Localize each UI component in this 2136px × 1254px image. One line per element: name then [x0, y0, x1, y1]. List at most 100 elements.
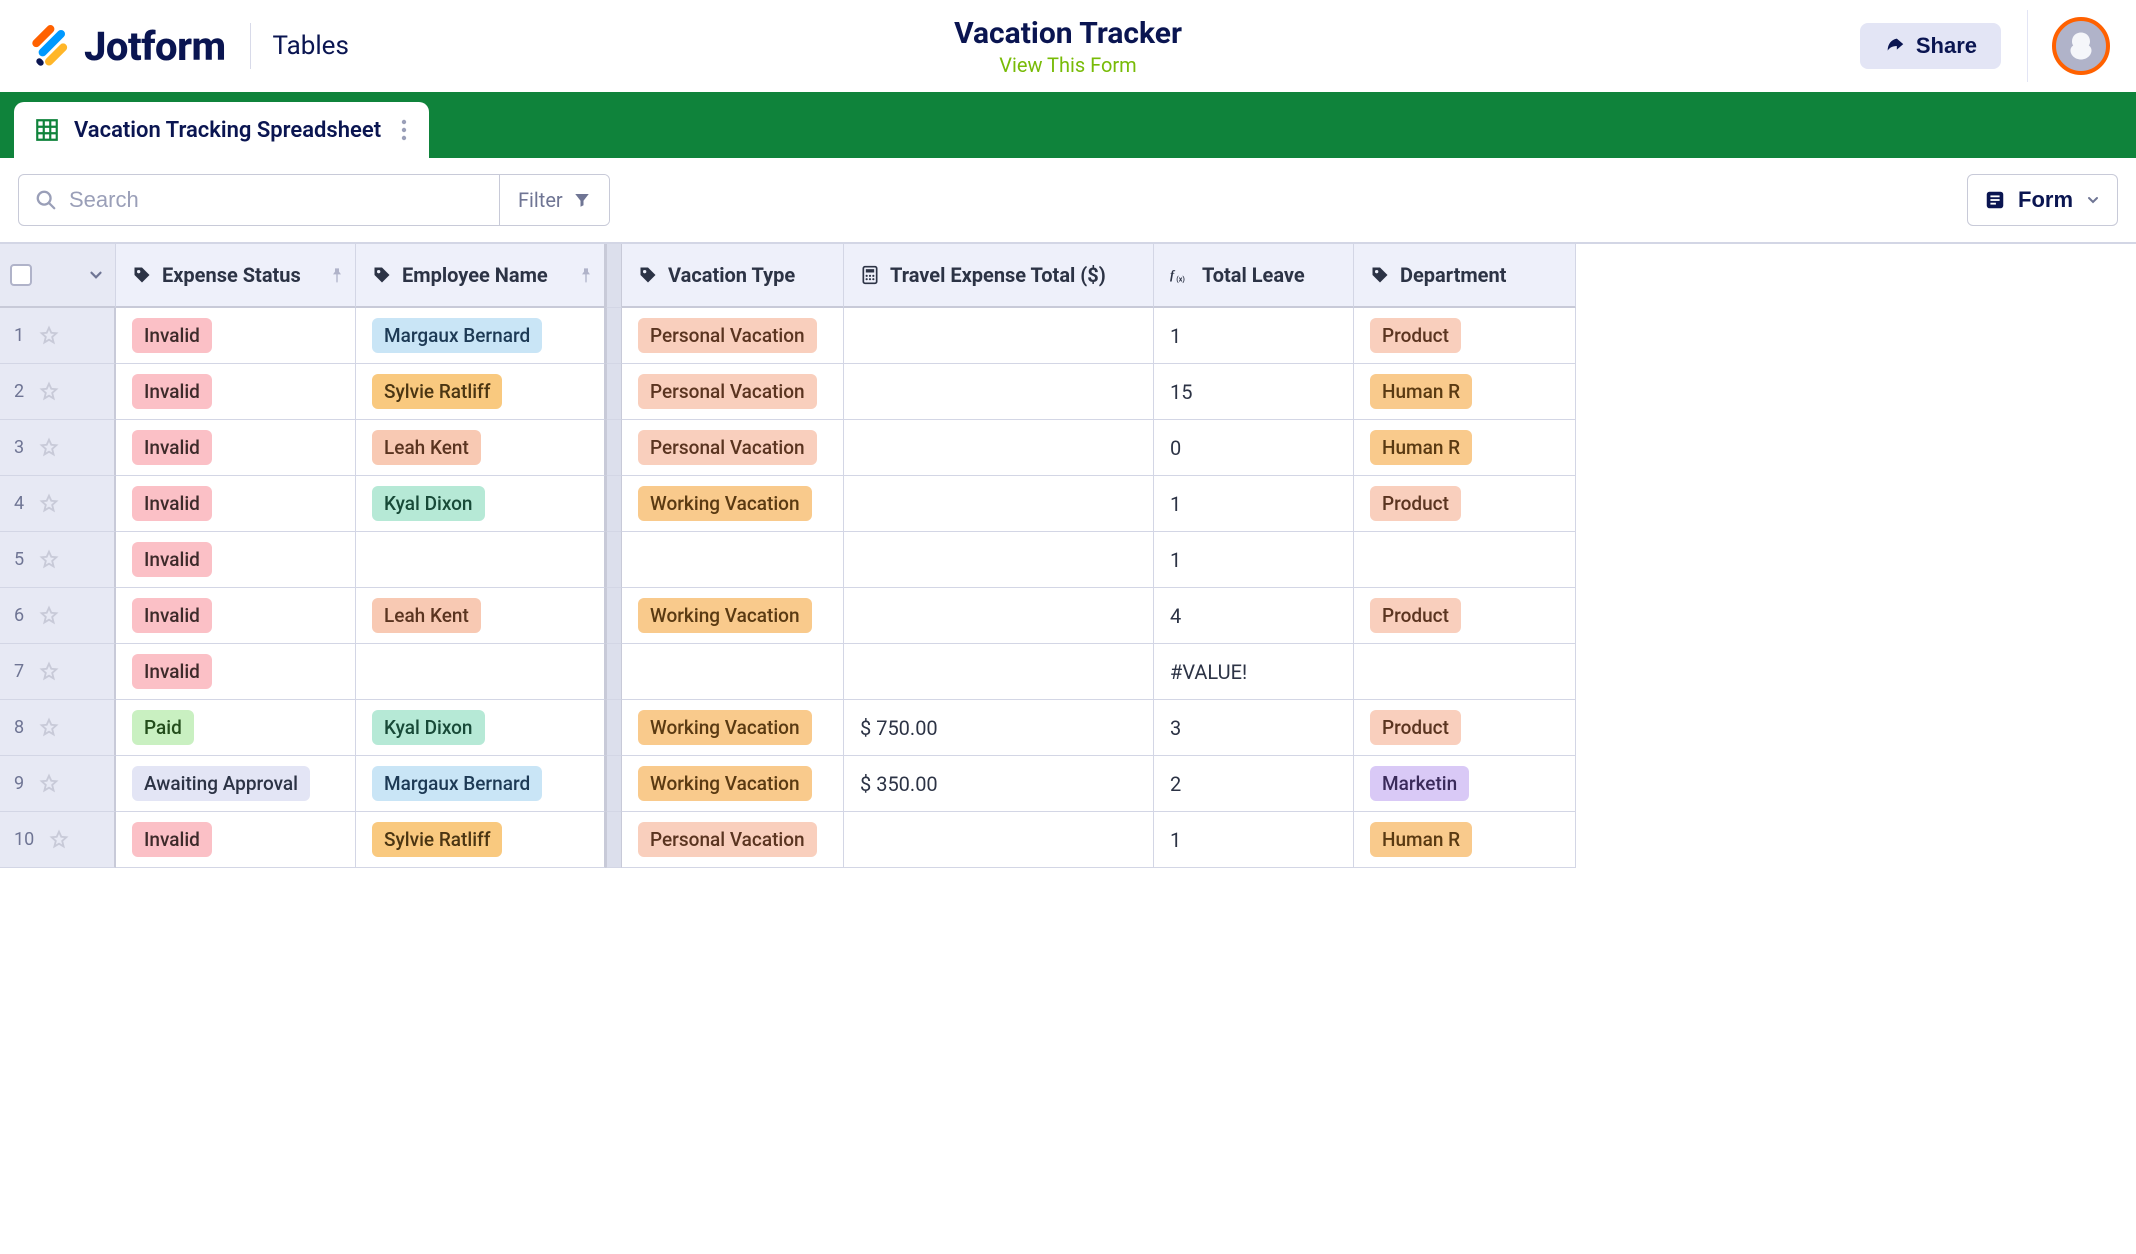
cell-expense-status[interactable]: Invalid [116, 420, 356, 476]
star-icon[interactable] [38, 493, 60, 515]
cell-department[interactable]: Product [1354, 588, 1576, 644]
frozen-column-gutter[interactable] [606, 308, 622, 364]
cell-total-leave[interactable]: 0 [1154, 420, 1354, 476]
cell-travel-expense[interactable] [844, 812, 1154, 868]
cell-vacation-type[interactable]: Working Vacation [622, 588, 844, 644]
pin-icon[interactable] [329, 267, 345, 283]
cell-total-leave[interactable]: 1 [1154, 308, 1354, 364]
cell-expense-status[interactable]: Awaiting Approval [116, 756, 356, 812]
cell-total-leave[interactable]: 1 [1154, 812, 1354, 868]
cell-travel-expense[interactable]: $ 750.00 [844, 700, 1154, 756]
cell-vacation-type[interactable]: Working Vacation [622, 756, 844, 812]
cell-vacation-type[interactable] [622, 532, 844, 588]
cell-total-leave[interactable]: 1 [1154, 532, 1354, 588]
row-index-cell[interactable]: 2 [0, 364, 116, 420]
star-icon[interactable] [38, 381, 60, 403]
cell-expense-status[interactable]: Paid [116, 700, 356, 756]
frozen-column-gutter[interactable] [606, 644, 622, 700]
cell-department[interactable]: Human R [1354, 420, 1576, 476]
pin-icon[interactable] [578, 267, 594, 283]
filter-button[interactable]: Filter [499, 175, 609, 225]
cell-department[interactable]: Product [1354, 476, 1576, 532]
chevron-down-icon[interactable] [87, 266, 105, 284]
cell-employee-name[interactable]: Margaux Bernard [356, 308, 606, 364]
star-icon[interactable] [38, 549, 60, 571]
cell-employee-name[interactable]: Sylvie Ratliff [356, 812, 606, 868]
cell-vacation-type[interactable]: Working Vacation [622, 476, 844, 532]
tab-vacation-spreadsheet[interactable]: Vacation Tracking Spreadsheet [14, 102, 429, 158]
cell-travel-expense[interactable] [844, 588, 1154, 644]
cell-department[interactable] [1354, 644, 1576, 700]
cell-travel-expense[interactable]: $ 350.00 [844, 756, 1154, 812]
star-icon[interactable] [38, 325, 60, 347]
row-index-cell[interactable]: 1 [0, 308, 116, 364]
search-input[interactable] [69, 187, 483, 213]
select-all-checkbox[interactable] [10, 264, 32, 286]
tab-menu-button[interactable] [395, 119, 409, 141]
cell-total-leave[interactable]: 15 [1154, 364, 1354, 420]
search-box[interactable] [19, 175, 499, 225]
cell-expense-status[interactable]: Invalid [116, 644, 356, 700]
cell-travel-expense[interactable] [844, 308, 1154, 364]
frozen-column-gutter[interactable] [606, 244, 622, 308]
cell-department[interactable]: Human R [1354, 364, 1576, 420]
cell-total-leave[interactable]: 3 [1154, 700, 1354, 756]
cell-employee-name[interactable]: Margaux Bernard [356, 756, 606, 812]
share-button[interactable]: Share [1860, 23, 2001, 69]
frozen-column-gutter[interactable] [606, 700, 622, 756]
cell-expense-status[interactable]: Invalid [116, 588, 356, 644]
cell-vacation-type[interactable]: Personal Vacation [622, 308, 844, 364]
cell-vacation-type[interactable]: Personal Vacation [622, 364, 844, 420]
cell-employee-name[interactable]: Leah Kent [356, 588, 606, 644]
star-icon[interactable] [38, 605, 60, 627]
star-icon[interactable] [38, 773, 60, 795]
cell-travel-expense[interactable] [844, 532, 1154, 588]
row-index-cell[interactable]: 6 [0, 588, 116, 644]
frozen-column-gutter[interactable] [606, 588, 622, 644]
row-index-cell[interactable]: 3 [0, 420, 116, 476]
cell-expense-status[interactable]: Invalid [116, 308, 356, 364]
frozen-column-gutter[interactable] [606, 756, 622, 812]
cell-total-leave[interactable]: 1 [1154, 476, 1354, 532]
column-header-expense-status[interactable]: Expense Status [116, 244, 356, 308]
cell-department[interactable]: Human R [1354, 812, 1576, 868]
row-index-cell[interactable]: 4 [0, 476, 116, 532]
cell-expense-status[interactable]: Invalid [116, 532, 356, 588]
cell-total-leave[interactable]: 2 [1154, 756, 1354, 812]
column-header-vacation-type[interactable]: Vacation Type [622, 244, 844, 308]
cell-total-leave[interactable]: 4 [1154, 588, 1354, 644]
row-index-cell[interactable]: 8 [0, 700, 116, 756]
cell-employee-name[interactable]: Kyal Dixon [356, 476, 606, 532]
cell-travel-expense[interactable] [844, 420, 1154, 476]
row-index-cell[interactable]: 5 [0, 532, 116, 588]
column-header-travel-expense[interactable]: Travel Expense Total ($) [844, 244, 1154, 308]
form-view-button[interactable]: Form [1967, 174, 2118, 226]
cell-vacation-type[interactable]: Personal Vacation [622, 812, 844, 868]
cell-expense-status[interactable]: Invalid [116, 364, 356, 420]
star-icon[interactable] [38, 661, 60, 683]
cell-department[interactable]: Product [1354, 700, 1576, 756]
cell-travel-expense[interactable] [844, 364, 1154, 420]
product-name[interactable]: Tables [273, 31, 349, 61]
cell-employee-name[interactable] [356, 644, 606, 700]
star-icon[interactable] [38, 437, 60, 459]
cell-expense-status[interactable]: Invalid [116, 812, 356, 868]
cell-travel-expense[interactable] [844, 644, 1154, 700]
cell-department[interactable]: Marketin [1354, 756, 1576, 812]
cell-department[interactable] [1354, 532, 1576, 588]
cell-vacation-type[interactable]: Personal Vacation [622, 420, 844, 476]
cell-employee-name[interactable] [356, 532, 606, 588]
cell-travel-expense[interactable] [844, 476, 1154, 532]
cell-employee-name[interactable]: Sylvie Ratliff [356, 364, 606, 420]
cell-vacation-type[interactable] [622, 644, 844, 700]
frozen-column-gutter[interactable] [606, 476, 622, 532]
row-index-cell[interactable]: 7 [0, 644, 116, 700]
cell-expense-status[interactable]: Invalid [116, 476, 356, 532]
column-header-employee-name[interactable]: Employee Name [356, 244, 606, 308]
row-index-cell[interactable]: 10 [0, 812, 116, 868]
cell-employee-name[interactable]: Leah Kent [356, 420, 606, 476]
frozen-column-gutter[interactable] [606, 532, 622, 588]
view-form-link[interactable]: View This Form [954, 53, 1182, 77]
column-header-total-leave[interactable]: f(x) Total Leave [1154, 244, 1354, 308]
cell-total-leave[interactable]: #VALUE! [1154, 644, 1354, 700]
